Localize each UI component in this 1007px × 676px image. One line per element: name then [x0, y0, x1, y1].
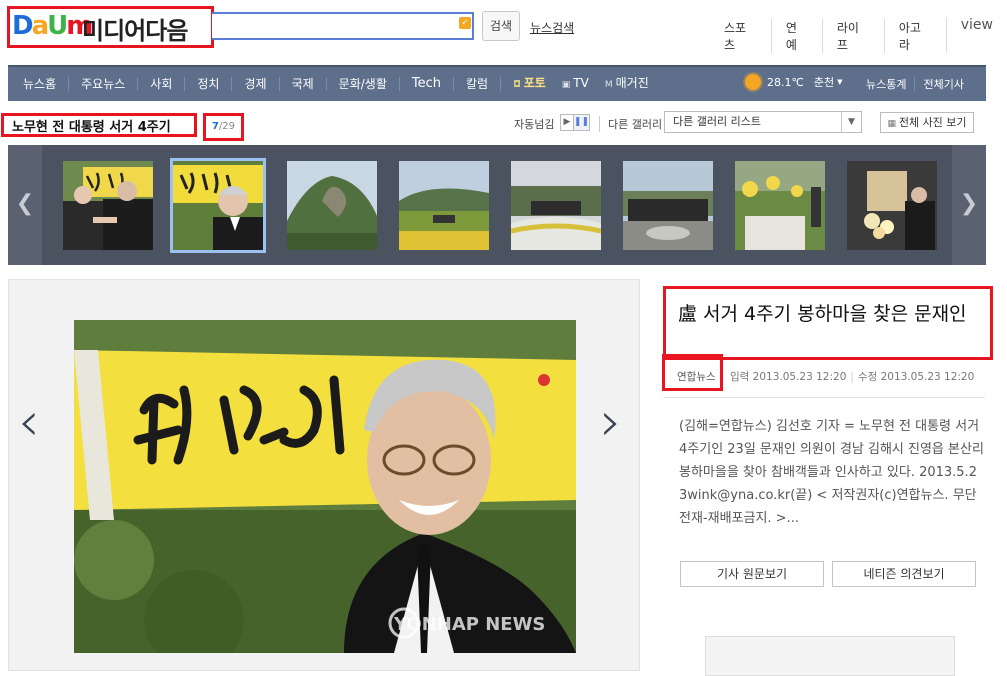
- thumbnail-3[interactable]: [287, 161, 377, 250]
- gallery-select[interactable]: 다른 갤러리 리스트 ▼: [664, 111, 862, 133]
- nav-item-top-news[interactable]: 주요뉴스: [69, 77, 139, 91]
- thumbnail-5[interactable]: [511, 161, 601, 250]
- article-source[interactable]: 연합뉴스: [677, 369, 716, 384]
- search-button[interactable]: 검색: [482, 11, 520, 41]
- nav-item-society[interactable]: 사회: [138, 77, 186, 91]
- autoplay-label: 자동넘김: [514, 118, 555, 131]
- nav-item-world[interactable]: 국제: [280, 77, 327, 91]
- nav-item-culture[interactable]: 문화/생활: [327, 77, 400, 91]
- top-link-sports[interactable]: 스포츠: [710, 19, 771, 53]
- photo-counter-total: /29: [218, 121, 236, 132]
- logo-letter-d: D: [12, 11, 34, 41]
- m-icon: M: [604, 80, 613, 90]
- brand-title[interactable]: 미디어다음: [82, 11, 188, 46]
- search-input[interactable]: [212, 12, 474, 40]
- nav-item-economy[interactable]: 경제: [232, 77, 280, 91]
- thumbnail-2[interactable]: [170, 158, 266, 253]
- divider: [663, 397, 985, 398]
- nav-item-magazine-label: 매거진: [615, 76, 649, 90]
- thumbnail-4[interactable]: [399, 161, 489, 250]
- sun-icon: [745, 74, 761, 90]
- thumbnail-6[interactable]: [623, 161, 713, 250]
- article-modified-time: 수정 2013.05.23 12:20: [857, 371, 975, 383]
- camera-icon: ◘: [513, 80, 521, 90]
- nav-item-tv[interactable]: ▣ TV: [550, 76, 593, 92]
- search-suggest-icon[interactable]: ✓: [459, 17, 471, 29]
- strip-prev-arrow-icon[interactable]: ❮: [8, 145, 42, 265]
- weather-temp: 28.1℃: [767, 75, 804, 89]
- view-original-button[interactable]: 기사 원문보기: [680, 561, 824, 587]
- other-gallery-label: 다른 갤러리: [599, 116, 662, 132]
- nav-item-news-home[interactable]: 뉴스홈: [8, 77, 70, 91]
- photo-prev-arrow-icon[interactable]: ‹: [18, 395, 40, 449]
- thumbnail-7[interactable]: [735, 161, 825, 250]
- top-link-life[interactable]: 라이프: [821, 19, 884, 53]
- gallery-select-value: 다른 갤러리 리스트: [673, 115, 761, 128]
- article-meta: 입력 2013.05.23 12:20 | 수정 2013.05.23 12:20: [730, 369, 974, 384]
- daum-logo[interactable]: DaUm: [12, 11, 93, 41]
- chevron-down-icon: ▼: [841, 112, 861, 132]
- nav-item-tv-label: TV: [573, 76, 589, 90]
- ad-banner[interactable]: [705, 636, 955, 676]
- thumbnail-1[interactable]: [63, 161, 153, 250]
- news-stats-link[interactable]: 뉴스통계: [858, 76, 914, 92]
- nav-item-column[interactable]: 칼럼: [454, 77, 502, 91]
- thumbnail-8[interactable]: [847, 161, 937, 250]
- nav-item-magazine[interactable]: M 매거진: [593, 76, 661, 92]
- top-link-entertainment[interactable]: 연예: [770, 19, 822, 53]
- news-search-link[interactable]: 뉴스검색: [530, 19, 574, 36]
- play-icon[interactable]: ▶: [561, 115, 573, 130]
- weather-city: 춘천: [813, 76, 835, 89]
- grid-icon: ▦: [887, 119, 899, 129]
- autoplay-control: ▶ ❚❚: [560, 114, 590, 131]
- nav-item-tech[interactable]: Tech: [400, 77, 455, 91]
- pause-icon[interactable]: ❚❚: [572, 115, 589, 130]
- meta-separator: |: [850, 371, 854, 383]
- nav-right-links: 뉴스통계 전체기사: [858, 76, 972, 92]
- chevron-down-icon: ▼: [837, 78, 843, 86]
- top-link-view[interactable]: view: [945, 17, 1007, 53]
- photo-counter-current: 7: [211, 121, 219, 132]
- tv-icon: ▣: [561, 80, 571, 90]
- nav-item-politics[interactable]: 정치: [185, 77, 233, 91]
- logo-letter-u: U: [47, 11, 68, 41]
- all-articles-link[interactable]: 전체기사: [914, 76, 971, 92]
- photo-next-arrow-icon[interactable]: ›: [600, 395, 622, 449]
- strip-next-arrow-icon[interactable]: ❯: [952, 145, 986, 265]
- view-comments-button[interactable]: 네티즌 의견보기: [832, 561, 976, 587]
- main-photo[interactable]: YONHAP NEWS: [74, 320, 576, 653]
- article-headline: 盧 서거 4주기 봉하마을 찾은 문재인: [678, 303, 967, 325]
- all-photos-button[interactable]: ▦ 전체 사진 보기: [880, 112, 974, 133]
- weather-widget[interactable]: 28.1℃ 춘천 ▼: [745, 74, 843, 90]
- nav-item-photo-label: 포토: [523, 76, 546, 90]
- all-photos-label: 전체 사진 보기: [898, 116, 967, 129]
- top-link-agora[interactable]: 아고라: [883, 19, 946, 53]
- nav-item-photo[interactable]: ◘ 포토: [501, 76, 550, 92]
- gallery-title: 노무현 전 대통령 서거 4주기: [12, 120, 171, 135]
- thumbnail-strip: ❮ ❯: [8, 145, 986, 265]
- top-links: 스포츠 연예 라이프 아고라 view: [710, 17, 1007, 53]
- article-input-time: 입력 2013.05.23 12:20: [730, 371, 847, 383]
- logo-letter-a: a: [31, 11, 49, 41]
- photo-counter: 7/29: [203, 113, 244, 141]
- article-summary: (김해=연합뉴스) 김선호 기자 = 노무현 전 대통령 서거 4주기인 23일…: [679, 419, 984, 526]
